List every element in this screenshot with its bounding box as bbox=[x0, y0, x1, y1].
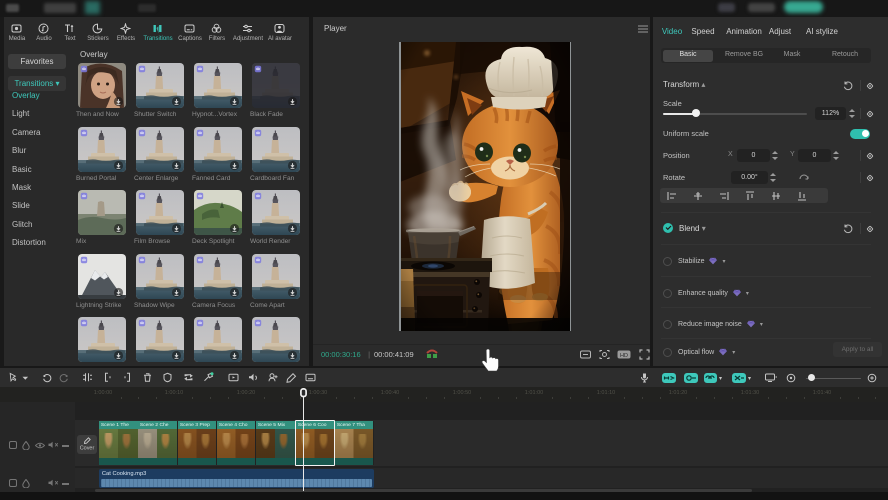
svg-text:HD: HD bbox=[620, 353, 628, 359]
